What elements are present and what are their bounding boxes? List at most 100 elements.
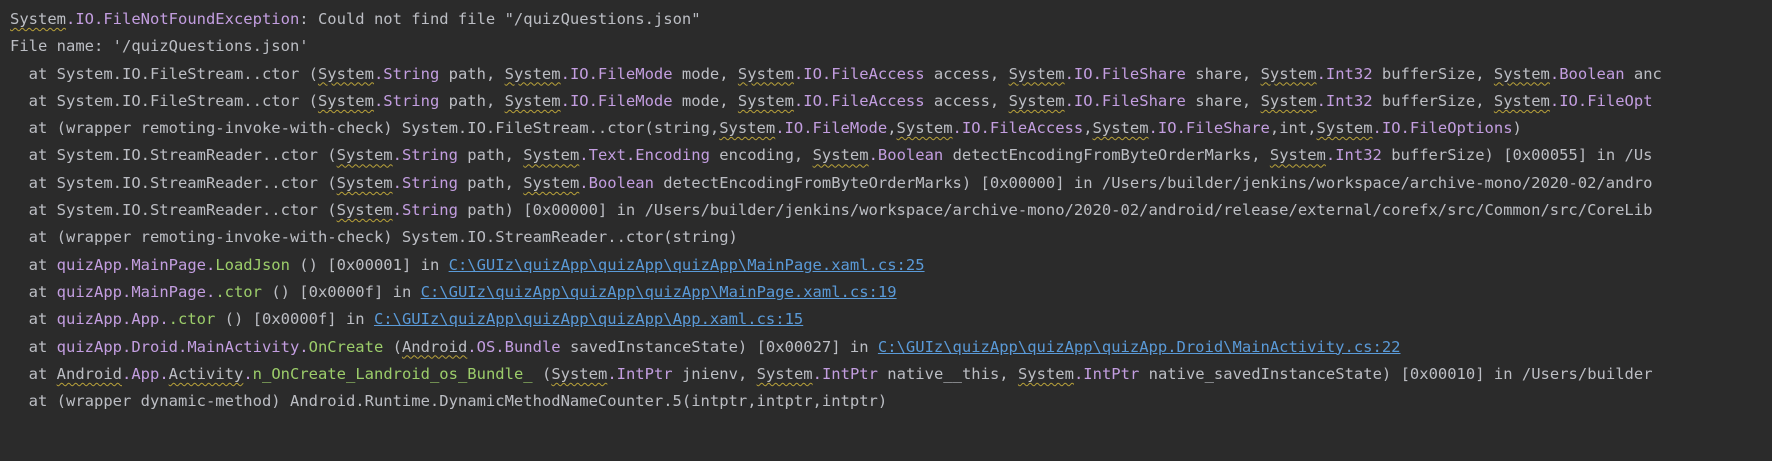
trace-text: path, (439, 91, 505, 110)
trace-text: () [0x0000f] in (215, 310, 374, 329)
stack-trace-line: at (wrapper remoting-invoke-with-check) … (10, 224, 1772, 251)
namespace-token: System (1008, 64, 1065, 83)
source-link[interactable]: C:\GUIz\quizApp\quizApp\quizApp\MainPage… (421, 283, 897, 301)
trace-text: at (wrapper dynamic-method) Android.Runt… (10, 392, 888, 411)
stack-trace-line: at quizApp.MainPage.LoadJson () [0x00001… (10, 252, 1772, 279)
type-name: .IntPtr (607, 364, 673, 383)
trace-text: at System.IO.StreamReader..ctor ( (10, 201, 337, 220)
trace-text: native_savedInstanceState) [0x00010] in … (1139, 364, 1653, 383)
stack-trace-line: at quizApp.Droid.MainActivity.OnCreate (… (10, 334, 1772, 361)
type-name: .IO.FileAccess (952, 119, 1084, 138)
trace-text: , (887, 119, 897, 138)
namespace-token: System (336, 201, 393, 220)
type-name: .Int32 (1316, 91, 1373, 110)
type-name: quizApp.MainPage. (56, 255, 216, 274)
type-name: .String (392, 201, 458, 220)
trace-text: detectEncodingFromByteOrderMarks, (943, 146, 1270, 165)
namespace-token: System (317, 64, 374, 83)
source-link[interactable]: C:\GUIz\quizApp\quizApp\quizApp\MainPage… (449, 256, 925, 274)
type-name: quizApp.App. (56, 310, 169, 329)
namespace-token: System (317, 91, 374, 110)
type-name: .String (373, 64, 440, 83)
namespace-token: System (737, 91, 794, 110)
stack-trace-line: at (wrapper dynamic-method) Android.Runt… (10, 388, 1772, 415)
type-name: .Text.Encoding (579, 146, 710, 165)
trace-text: jnienv, (672, 364, 757, 383)
trace-text: at System.IO.FileStream..ctor ( (10, 91, 318, 110)
trace-text: bufferSize) [0x00055] in /Us (1381, 146, 1653, 165)
trace-text: access, (924, 64, 1009, 83)
trace-text: mode, (672, 91, 738, 110)
trace-text: bufferSize, (1372, 64, 1494, 83)
namespace-token: System (756, 364, 813, 383)
namespace-token: System (896, 119, 953, 138)
trace-text: path) [0x00000] in /Users/builder/jenkin… (457, 201, 1653, 220)
namespace-token: System (336, 173, 393, 192)
trace-text: ( (383, 337, 402, 356)
namespace-token: System (1493, 91, 1550, 110)
exception-line: System.IO.FileNotFoundException: Could n… (10, 6, 1772, 33)
namespace-token: System (523, 146, 580, 165)
trace-text: mode, (672, 64, 738, 83)
type-name: .IntPtr (1073, 364, 1140, 383)
trace-text: at (wrapper remoting-invoke-with-check) … (10, 228, 738, 247)
namespace-token: System (551, 364, 608, 383)
trace-text: at (wrapper remoting-invoke-with-check) … (10, 119, 720, 138)
type-name: .IO.FileOptions (1372, 119, 1513, 138)
type-name: .Int32 (1316, 64, 1373, 83)
type-name: .String (392, 173, 458, 192)
stack-trace-line: at System.IO.FileStream..ctor (System.St… (10, 61, 1772, 88)
stack-trace-line: at quizApp.App..ctor () [0x0000f] in C:\… (10, 306, 1772, 333)
stack-trace-line: at System.IO.StreamReader..ctor (System.… (10, 170, 1772, 197)
type-name: .IO.FileMode (775, 119, 888, 138)
namespace-token: System (523, 173, 580, 192)
stack-trace-line: at (wrapper remoting-invoke-with-check) … (10, 115, 1772, 142)
source-link[interactable]: C:\GUIz\quizApp\quizApp\quizApp.Droid\Ma… (878, 338, 1401, 356)
namespace-token: System (1316, 119, 1373, 138)
type-name: .Boolean (579, 173, 654, 192)
namespace-token: System (10, 10, 66, 28)
namespace-token: Android (56, 364, 122, 383)
trace-text: at (10, 282, 57, 301)
type-name: .Boolean (1549, 64, 1625, 83)
trace-text: path, (457, 146, 524, 165)
trace-text: detectEncodingFromByteOrderMarks) [0x000… (653, 173, 1653, 192)
namespace-token: Android (401, 337, 468, 356)
type-name: .IO.FileMode (560, 64, 673, 83)
type-name: .IO.FileShare (1148, 119, 1270, 138)
namespace-token: System (812, 146, 869, 165)
method-name: LoadJson (215, 255, 290, 274)
trace-text: at (10, 364, 57, 383)
trace-text: at System.IO.StreamReader..ctor ( (10, 173, 337, 192)
type-name: .String (373, 91, 440, 110)
trace-text: access, (924, 91, 1009, 110)
stack-trace-line: at quizApp.MainPage..ctor () [0x0000f] i… (10, 279, 1772, 306)
namespace-token: System (737, 64, 794, 83)
namespace-token: System (504, 91, 561, 110)
type-name: .OS.Bundle (467, 337, 561, 356)
type-name: quizApp.Droid.MainActivity. (56, 337, 309, 356)
type-name: .IO.FileShare (1064, 91, 1186, 110)
type-name: .IO.FileAccess (793, 64, 925, 83)
type-name: quizApp.MainPage. (56, 282, 216, 301)
namespace-token: Activity (168, 364, 244, 383)
type-name: .IO.FileOpt (1549, 91, 1653, 110)
source-link[interactable]: C:\GUIz\quizApp\quizApp\quizApp\App.xaml… (374, 310, 803, 328)
namespace-token: System (1493, 64, 1550, 83)
trace-text: ( (532, 364, 552, 383)
stack-trace-line: at System.IO.StreamReader..ctor (System.… (10, 197, 1772, 224)
trace-text: () [0x0000f] in (261, 282, 421, 301)
trace-text: savedInstanceState) [0x00027] in (560, 337, 878, 356)
file-name-line: File name: '/quizQuestions.json' (10, 33, 1772, 60)
console-output[interactable]: System .IO.FileNotFoundException: Could n… (0, 0, 1772, 461)
stack-trace-line: at System.IO.StreamReader..ctor (System.… (10, 142, 1772, 169)
trace-text: : Could not find file "/quizQuestions.js… (299, 10, 701, 28)
namespace-token: System (1092, 119, 1149, 138)
trace-text: share, (1185, 64, 1261, 83)
namespace-token: System (504, 64, 561, 83)
trace-text: ,int, (1269, 119, 1317, 138)
trace-text: anc (1624, 64, 1662, 83)
trace-text: at (10, 310, 57, 329)
method-name: OnCreate (308, 337, 384, 356)
type-name: .IntPtr (812, 364, 878, 383)
